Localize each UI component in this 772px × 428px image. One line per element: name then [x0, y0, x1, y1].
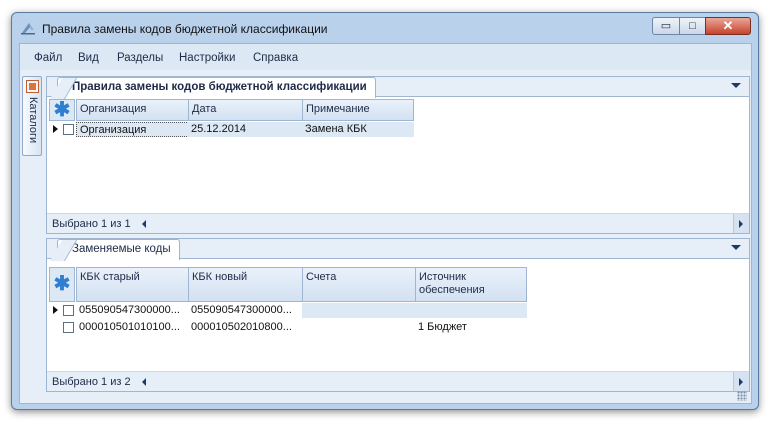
- cell-kbk-new[interactable]: 000010502010800...: [188, 320, 303, 335]
- maximize-icon: □: [689, 20, 696, 32]
- title-bar[interactable]: Правила замены кодов бюджетной классифик…: [12, 13, 758, 43]
- current-row-arrow-icon: [53, 125, 58, 133]
- codes-panel-header: Заменяемые коды: [47, 239, 749, 260]
- scroll-left-icon[interactable]: [142, 378, 146, 386]
- column-header-funding-source[interactable]: Источник обеспечения: [415, 267, 527, 302]
- cell-kbk-old[interactable]: 055090547300000...: [76, 303, 189, 318]
- client-area: Файл Вид Разделы Настройки Справка Катал…: [19, 43, 752, 404]
- row-checkbox[interactable]: [63, 124, 74, 135]
- cell-accounts[interactable]: [302, 303, 416, 318]
- tab-replaced-codes[interactable]: Заменяемые коды: [57, 239, 180, 260]
- codes-panel: Заменяемые коды ✱ КБК старый КБК новый С…: [46, 238, 750, 392]
- cell-kbk-new[interactable]: 055090547300000...: [188, 303, 303, 318]
- cell-organization[interactable]: Организация: [76, 122, 189, 137]
- menu-view[interactable]: Вид: [78, 52, 99, 64]
- chevron-down-icon[interactable]: [731, 83, 741, 88]
- maximize-button[interactable]: □: [679, 17, 706, 35]
- minimize-icon: ▭: [660, 20, 672, 32]
- row-checkbox[interactable]: [63, 322, 74, 333]
- column-header-organization[interactable]: Организация: [76, 99, 189, 121]
- selection-status: Выбрано 1 из 2: [52, 376, 131, 388]
- row-checkbox[interactable]: [63, 305, 74, 316]
- row-indicator: [49, 122, 63, 137]
- horizontal-scrollbar-right[interactable]: [733, 214, 749, 233]
- cell-funding-source[interactable]: [415, 303, 527, 318]
- scroll-left-icon[interactable]: [142, 220, 146, 228]
- tab-rules[interactable]: Правила замены кодов бюджетной классифик…: [57, 77, 376, 98]
- menu-file[interactable]: Файл: [34, 52, 62, 64]
- resize-grip-icon[interactable]: [737, 391, 747, 401]
- column-header-kbk-new[interactable]: КБК новый: [188, 267, 303, 302]
- menu-settings[interactable]: Настройки: [179, 52, 235, 64]
- menu-bar: Файл Вид Разделы Настройки Справка: [20, 44, 751, 70]
- close-icon: ✕: [722, 18, 734, 33]
- horizontal-scrollbar-right[interactable]: [733, 372, 749, 391]
- new-row-star-icon[interactable]: ✱: [49, 99, 75, 121]
- current-row-arrow-icon: [53, 306, 58, 314]
- cell-accounts[interactable]: [302, 320, 416, 335]
- window-title: Правила замены кодов бюджетной классифик…: [42, 22, 328, 36]
- column-header-kbk-old[interactable]: КБК старый: [76, 267, 189, 302]
- cell-kbk-old[interactable]: 000010501010100...: [76, 320, 189, 335]
- close-button[interactable]: ✕: [705, 17, 751, 35]
- column-header-date[interactable]: Дата: [188, 99, 303, 121]
- rules-panel-header: Правила замены кодов бюджетной классифик…: [47, 77, 749, 98]
- rules-footer: Выбрано 1 из 1: [47, 213, 749, 233]
- chevron-down-icon[interactable]: [731, 245, 741, 250]
- column-header-note[interactable]: Примечание: [302, 99, 414, 121]
- minimize-button[interactable]: ▭: [652, 17, 680, 35]
- row-indicator: [49, 303, 63, 318]
- side-tab-label: Каталоги: [27, 97, 39, 144]
- app-icon: [21, 23, 35, 35]
- menu-help[interactable]: Справка: [253, 52, 298, 64]
- codes-footer: Выбрано 1 из 2: [47, 371, 749, 391]
- column-header-accounts[interactable]: Счета: [302, 267, 416, 302]
- catalog-icon: [26, 80, 39, 93]
- cell-funding-source[interactable]: 1 Бюджет: [415, 320, 527, 335]
- rules-panel: Правила замены кодов бюджетной классифик…: [46, 76, 750, 234]
- selection-status: Выбрано 1 из 1: [52, 218, 131, 230]
- new-row-star-icon[interactable]: ✱: [49, 267, 75, 302]
- scroll-right-icon[interactable]: [739, 378, 743, 386]
- scroll-right-icon[interactable]: [739, 220, 743, 228]
- cell-date[interactable]: 25.12.2014: [188, 122, 303, 137]
- cell-note[interactable]: Замена КБК: [302, 122, 414, 137]
- menu-sections[interactable]: Разделы: [117, 52, 163, 64]
- side-tab-catalogs[interactable]: Каталоги: [22, 76, 42, 156]
- main-window: Правила замены кодов бюджетной классифик…: [11, 12, 759, 410]
